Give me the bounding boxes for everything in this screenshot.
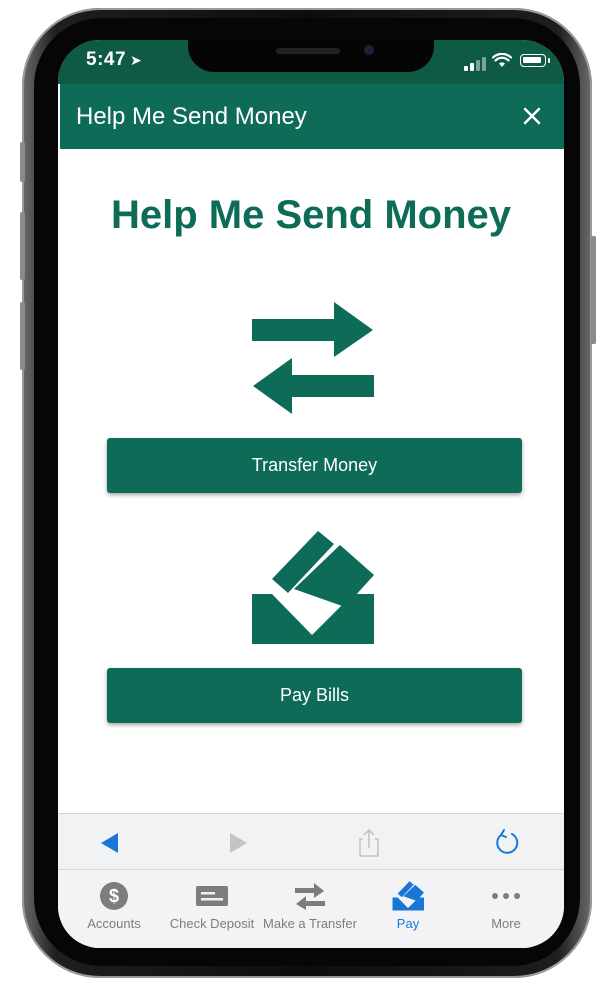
front-camera bbox=[364, 45, 374, 55]
signal-bar-3 bbox=[476, 60, 480, 71]
share-icon[interactable] bbox=[354, 828, 384, 858]
notch bbox=[188, 40, 434, 72]
tab-label: Pay bbox=[396, 916, 420, 931]
status-time: 5:47 ➤ bbox=[86, 49, 142, 71]
signal-icon bbox=[464, 66, 468, 71]
more-dots-icon bbox=[492, 893, 520, 899]
pay-envelope-icon bbox=[392, 881, 424, 911]
transfer-money-button[interactable]: Transfer Money bbox=[107, 438, 522, 493]
status-bar: 5:47 ➤ bbox=[58, 40, 564, 84]
signal-bar-2 bbox=[470, 63, 474, 71]
page-title: Help Me Send Money bbox=[110, 193, 512, 237]
tab-pay[interactable]: Pay bbox=[360, 880, 456, 931]
phone-power-button bbox=[591, 236, 596, 344]
signal-bar-4 bbox=[482, 57, 486, 71]
app-header: Help Me Send Money bbox=[60, 84, 564, 149]
check-icon bbox=[196, 886, 228, 906]
tab-more[interactable]: More bbox=[458, 880, 554, 931]
tab-check-deposit[interactable]: Check Deposit bbox=[164, 880, 260, 931]
transfer-arrows-icon bbox=[252, 302, 374, 414]
wifi-icon bbox=[492, 53, 512, 67]
status-time-text: 5:47 bbox=[86, 49, 127, 70]
phone-volume-up bbox=[20, 212, 25, 280]
pay-bills-button[interactable]: Pay Bills bbox=[107, 668, 522, 723]
pay-bills-envelope-icon bbox=[252, 531, 374, 644]
close-icon[interactable] bbox=[514, 98, 550, 134]
back-icon[interactable] bbox=[96, 828, 126, 858]
transfer-arrows-icon bbox=[295, 883, 325, 910]
tab-label: Check Deposit bbox=[169, 916, 255, 931]
location-arrow-icon: ➤ bbox=[130, 52, 143, 68]
dollar-circle-icon: $ bbox=[100, 882, 128, 910]
forward-icon[interactable] bbox=[222, 828, 252, 858]
tab-bar: $ Accounts Check Deposit Make a Transfer… bbox=[58, 869, 564, 948]
phone-volume-down bbox=[20, 302, 25, 370]
tab-make-a-transfer[interactable]: Make a Transfer bbox=[262, 880, 358, 931]
status-icons bbox=[464, 53, 550, 71]
refresh-icon[interactable] bbox=[492, 828, 522, 858]
speaker-grille bbox=[276, 48, 340, 54]
header-title: Help Me Send Money bbox=[76, 103, 307, 130]
battery-icon bbox=[520, 54, 550, 67]
tab-label: Accounts bbox=[87, 916, 141, 931]
tab-label: Make a Transfer bbox=[263, 916, 357, 931]
phone-side-button bbox=[20, 142, 25, 182]
tab-accounts[interactable]: $ Accounts bbox=[66, 880, 162, 931]
svg-text:$: $ bbox=[109, 886, 119, 906]
phone-screen: 5:47 ➤ Help Me Send Money Help Me Send Mo… bbox=[58, 40, 564, 948]
browser-toolbar bbox=[58, 813, 564, 870]
tab-label: More bbox=[491, 916, 521, 931]
